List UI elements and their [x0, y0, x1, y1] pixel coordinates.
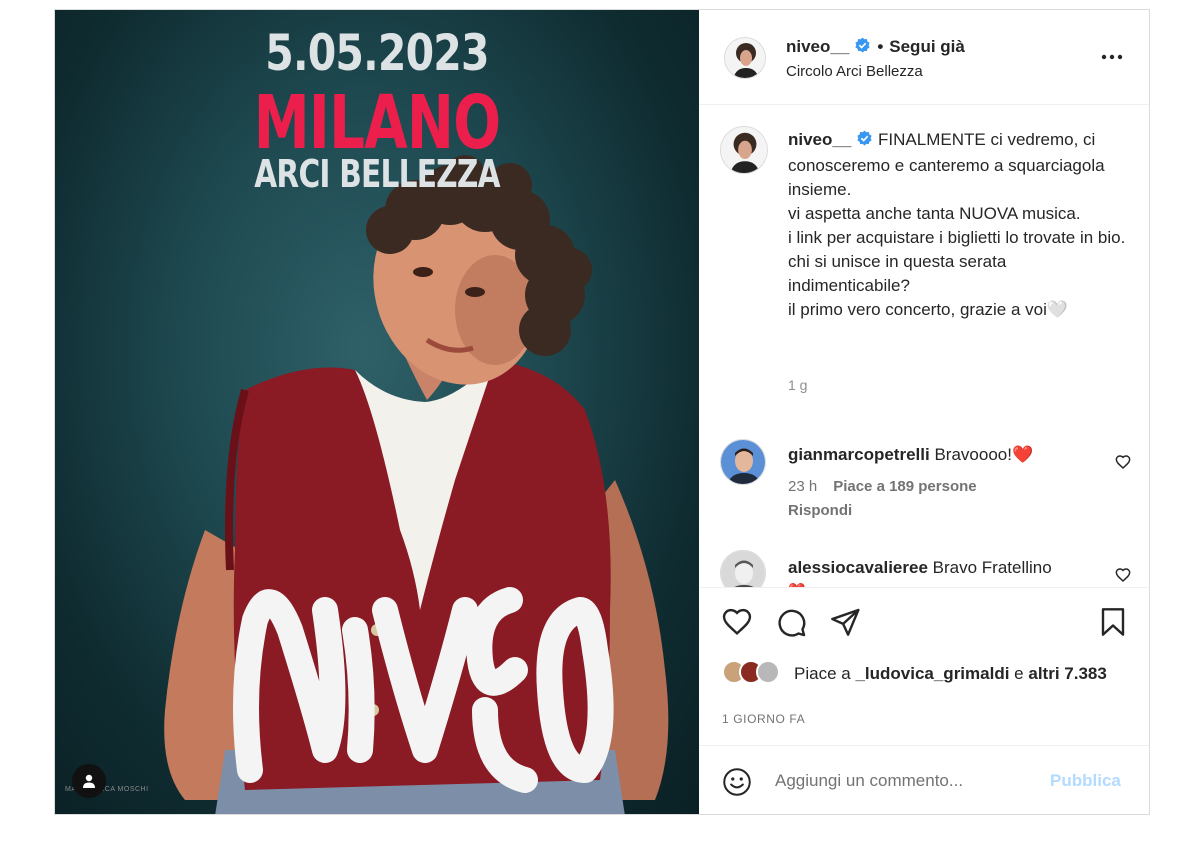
- likes-summary: Piace a _ludovica_grimaldi e altri 7.383: [794, 662, 1124, 686]
- comment-username[interactable]: alessiocavalieree: [788, 558, 928, 577]
- likes-and: e: [1014, 664, 1024, 683]
- verified-badge-icon: [854, 37, 871, 59]
- tagged-users-button[interactable]: [72, 764, 106, 798]
- post-header: niveo__ • Segui già Circolo Arci Bellezza: [699, 10, 1149, 105]
- comment-icon: [778, 609, 806, 637]
- comment-like-button[interactable]: [1115, 454, 1131, 470]
- author-username[interactable]: niveo__: [786, 37, 849, 56]
- like-button[interactable]: [721, 606, 753, 638]
- comment-text: Bravo Fratellino: [932, 558, 1052, 577]
- heart-icon: [1115, 455, 1131, 470]
- reply-button[interactable]: Rispondi: [788, 502, 852, 519]
- caption-text: FINALMENTE ci vedremo, ci conosceremo e …: [788, 130, 1126, 319]
- caption-author-avatar[interactable]: [720, 126, 768, 174]
- poster-venue: ARCI BELLEZZA: [254, 152, 500, 196]
- post-timestamp[interactable]: 1 GIORNO FA: [722, 712, 805, 726]
- post-actions: Piace a _ludovica_grimaldi e altri 7.383…: [699, 587, 1149, 745]
- comments-list[interactable]: niveo__ FINALMENTE ci vedremo, ci conosc…: [699, 105, 1149, 587]
- heart-icon: [1115, 568, 1131, 583]
- comment-avatar[interactable]: [720, 439, 766, 485]
- liker-username[interactable]: _ludovica_grimaldi: [855, 664, 1009, 683]
- avatar-photo: [721, 440, 765, 484]
- comment-body: alessiocavalieree Bravo Fratellino: [788, 558, 1052, 578]
- comment-likes[interactable]: Piace a 189 persone: [833, 478, 976, 495]
- likes-prefix: Piace a: [794, 664, 851, 683]
- verified-badge-icon: [856, 130, 873, 154]
- caption-username[interactable]: niveo__: [788, 130, 851, 149]
- header-user-line: niveo__ • Segui già: [786, 37, 965, 59]
- bookmark-icon: [1101, 608, 1125, 636]
- comment-time[interactable]: 23 h: [788, 478, 817, 495]
- more-horizontal-icon: [1101, 54, 1123, 60]
- comment-composer: Pubblica: [699, 745, 1149, 814]
- avatar-photo: [725, 38, 765, 78]
- instagram-post: 5.05.2023 MILANO ARCI BELLEZZA MARCO MIC…: [54, 9, 1150, 815]
- send-icon: [831, 608, 860, 636]
- heart-icon: [722, 608, 752, 635]
- comment-username[interactable]: gianmarcopetrelli: [788, 445, 930, 464]
- share-button[interactable]: [829, 606, 861, 638]
- author-avatar[interactable]: [724, 37, 766, 79]
- publish-button[interactable]: Pubblica: [1050, 771, 1121, 791]
- comment-input[interactable]: [775, 766, 1035, 796]
- comment-button[interactable]: [775, 606, 807, 638]
- user-icon: [83, 774, 95, 788]
- emoji-button[interactable]: [722, 767, 752, 797]
- comment-body: gianmarcopetrelli Bravoooo!❤️: [788, 445, 1033, 465]
- comment-meta: 23 h Piace a 189 persone: [788, 478, 977, 495]
- comment-like-button[interactable]: [1115, 567, 1131, 583]
- post-image[interactable]: 5.05.2023 MILANO ARCI BELLEZZA MARCO MIC…: [55, 10, 699, 814]
- post-caption: niveo__ FINALMENTE ci vedremo, ci conosc…: [788, 128, 1128, 322]
- poster-date: 5.05.2023: [265, 24, 489, 82]
- comment-text: Bravoooo!❤️: [934, 445, 1034, 464]
- emoji-smile-icon: [723, 768, 751, 796]
- more-options-button[interactable]: [1099, 46, 1125, 68]
- following-button[interactable]: Segui già: [889, 37, 965, 56]
- likes-count-link[interactable]: altri 7.383: [1028, 664, 1106, 683]
- caption-timestamp[interactable]: 1 g: [788, 377, 807, 393]
- liker-avatar: [756, 660, 780, 684]
- comment-avatar[interactable]: [720, 550, 766, 587]
- post-side-panel: niveo__ • Segui già Circolo Arci Bellezza …: [699, 10, 1149, 814]
- post-location[interactable]: Circolo Arci Bellezza: [786, 63, 923, 80]
- avatar-photo: [721, 127, 767, 173]
- avatar-photo: [721, 551, 765, 587]
- save-button[interactable]: [1097, 606, 1129, 638]
- separator-dot: •: [877, 37, 884, 56]
